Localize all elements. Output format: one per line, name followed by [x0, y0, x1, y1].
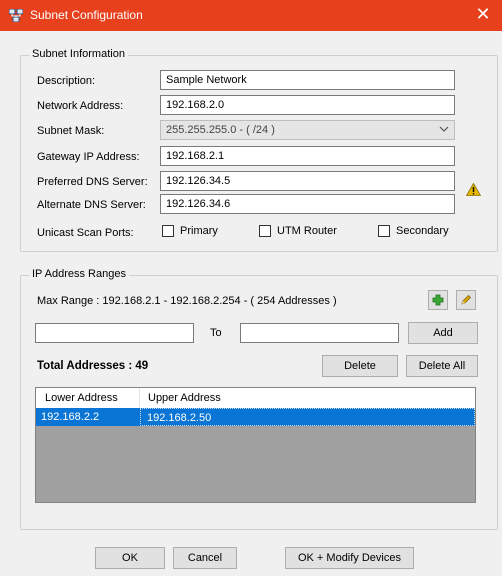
subnet-information-legend: Subnet Information: [29, 48, 128, 60]
window-title: Subnet Configuration: [30, 8, 143, 22]
warning-icon: [465, 182, 482, 199]
ok-modify-devices-button[interactable]: OK + Modify Devices: [285, 547, 414, 569]
column-header-lower-address[interactable]: Lower Address: [45, 392, 118, 404]
preferred-dns-field[interactable]: 192.126.34.5: [160, 171, 455, 191]
unicast-scan-ports-label: Unicast Scan Ports:: [37, 227, 134, 239]
utm-router-checkbox[interactable]: [259, 225, 271, 237]
cell-lower-address[interactable]: 192.168.2.2: [36, 408, 140, 426]
ip-address-ranges-legend: IP Address Ranges: [29, 268, 129, 280]
delete-button[interactable]: Delete: [322, 355, 398, 377]
address-range-table[interactable]: Lower Address Upper Address 192.168.2.2 …: [35, 387, 476, 503]
primary-checkbox-label[interactable]: Primary: [180, 225, 218, 237]
table-header: Lower Address Upper Address: [36, 388, 475, 409]
gateway-label: Gateway IP Address:: [37, 151, 140, 163]
close-icon[interactable]: ✕: [470, 4, 496, 26]
utm-router-checkbox-label[interactable]: UTM Router: [277, 225, 337, 237]
title-bar: Subnet Configuration ✕: [0, 0, 502, 31]
range-to-label: To: [210, 327, 222, 339]
column-divider: [139, 388, 140, 408]
primary-checkbox[interactable]: [162, 225, 174, 237]
secondary-checkbox-label[interactable]: Secondary: [396, 225, 449, 237]
edit-range-button[interactable]: [456, 290, 476, 310]
cell-upper-address[interactable]: 192.168.2.50: [140, 408, 475, 426]
alternate-dns-field[interactable]: 192.126.34.6: [160, 194, 455, 214]
max-range-text: Max Range : 192.168.2.1 - 192.168.2.254 …: [37, 295, 337, 307]
secondary-checkbox[interactable]: [378, 225, 390, 237]
add-button[interactable]: Add: [408, 322, 478, 344]
add-range-button[interactable]: [428, 290, 448, 310]
subnet-mask-label: Subnet Mask:: [37, 125, 105, 137]
ok-button[interactable]: OK: [95, 547, 165, 569]
pencil-icon: [461, 295, 471, 305]
network-icon: [8, 8, 24, 25]
column-header-upper-address[interactable]: Upper Address: [148, 392, 221, 404]
preferred-dns-label: Preferred DNS Server:: [37, 176, 148, 188]
gateway-field[interactable]: 192.168.2.1: [160, 146, 455, 166]
chevron-down-icon: [439, 123, 449, 138]
plus-icon: [432, 294, 444, 306]
alternate-dns-label: Alternate DNS Server:: [37, 199, 146, 211]
subnet-mask-select[interactable]: 255.255.255.0 - ( /24 ): [160, 120, 455, 140]
subnet-mask-value: 255.255.255.0 - ( /24 ): [166, 124, 275, 136]
cancel-button[interactable]: Cancel: [173, 547, 237, 569]
network-address-field[interactable]: 192.168.2.0: [160, 95, 455, 115]
description-field[interactable]: Sample Network: [160, 70, 455, 90]
range-to-input[interactable]: [240, 323, 399, 343]
description-label: Description:: [37, 75, 96, 87]
range-from-input[interactable]: [35, 323, 194, 343]
table-row[interactable]: 192.168.2.2 192.168.2.50: [36, 408, 475, 426]
total-addresses-label: Total Addresses : 49: [37, 360, 149, 372]
delete-all-button[interactable]: Delete All: [406, 355, 478, 377]
network-address-label: Network Address:: [37, 100, 124, 112]
